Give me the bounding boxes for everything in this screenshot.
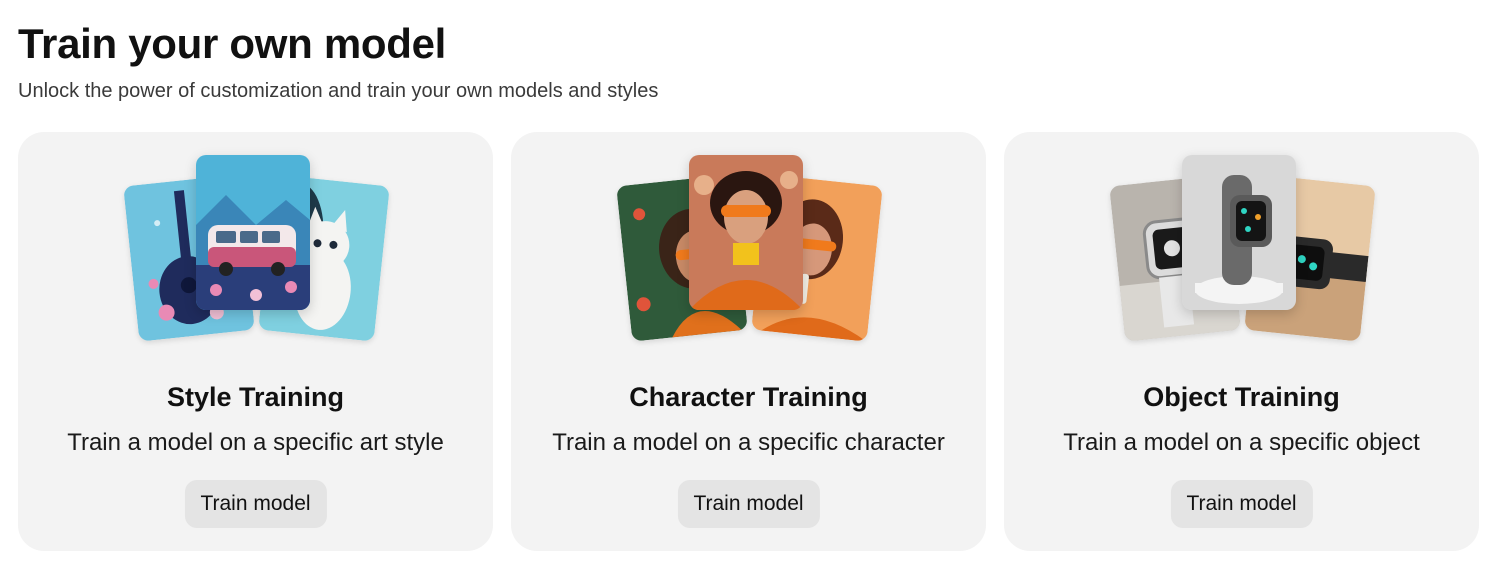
- woman-portrait-center-image: [689, 155, 803, 310]
- smartwatch-stand-image: [1182, 155, 1296, 310]
- card-title: Object Training: [1143, 382, 1340, 412]
- object-training-card[interactable]: Object Training Train a model on a speci…: [1004, 132, 1479, 551]
- card-title: Character Training: [629, 382, 868, 412]
- page-title: Train your own model: [18, 20, 447, 67]
- object-image-stack: [1004, 132, 1479, 362]
- character-train-model-button[interactable]: Train model: [677, 480, 820, 528]
- card-description: Train a model on a specific object: [1063, 429, 1420, 456]
- card-description: Train a model on a specific character: [552, 429, 945, 456]
- card-title: Style Training: [166, 382, 345, 412]
- train-model-page: Train your own model Unlock the power of…: [0, 0, 1487, 568]
- style-train-model-button[interactable]: Train model: [184, 480, 327, 528]
- character-image-stack: [511, 132, 986, 362]
- object-train-model-button[interactable]: Train model: [1170, 480, 1313, 528]
- page-subtitle: Unlock the power of customization and tr…: [18, 80, 659, 102]
- style-training-card[interactable]: Style Training Train a model on a specif…: [18, 132, 493, 551]
- training-cards: Style Training Train a model on a specif…: [18, 132, 1479, 551]
- style-image-stack: [18, 132, 493, 362]
- card-description: Train a model on a specific art style: [67, 429, 444, 456]
- character-training-card[interactable]: Character Training Train a model on a sp…: [511, 132, 986, 551]
- pink-van-illustration-image: [196, 155, 310, 310]
